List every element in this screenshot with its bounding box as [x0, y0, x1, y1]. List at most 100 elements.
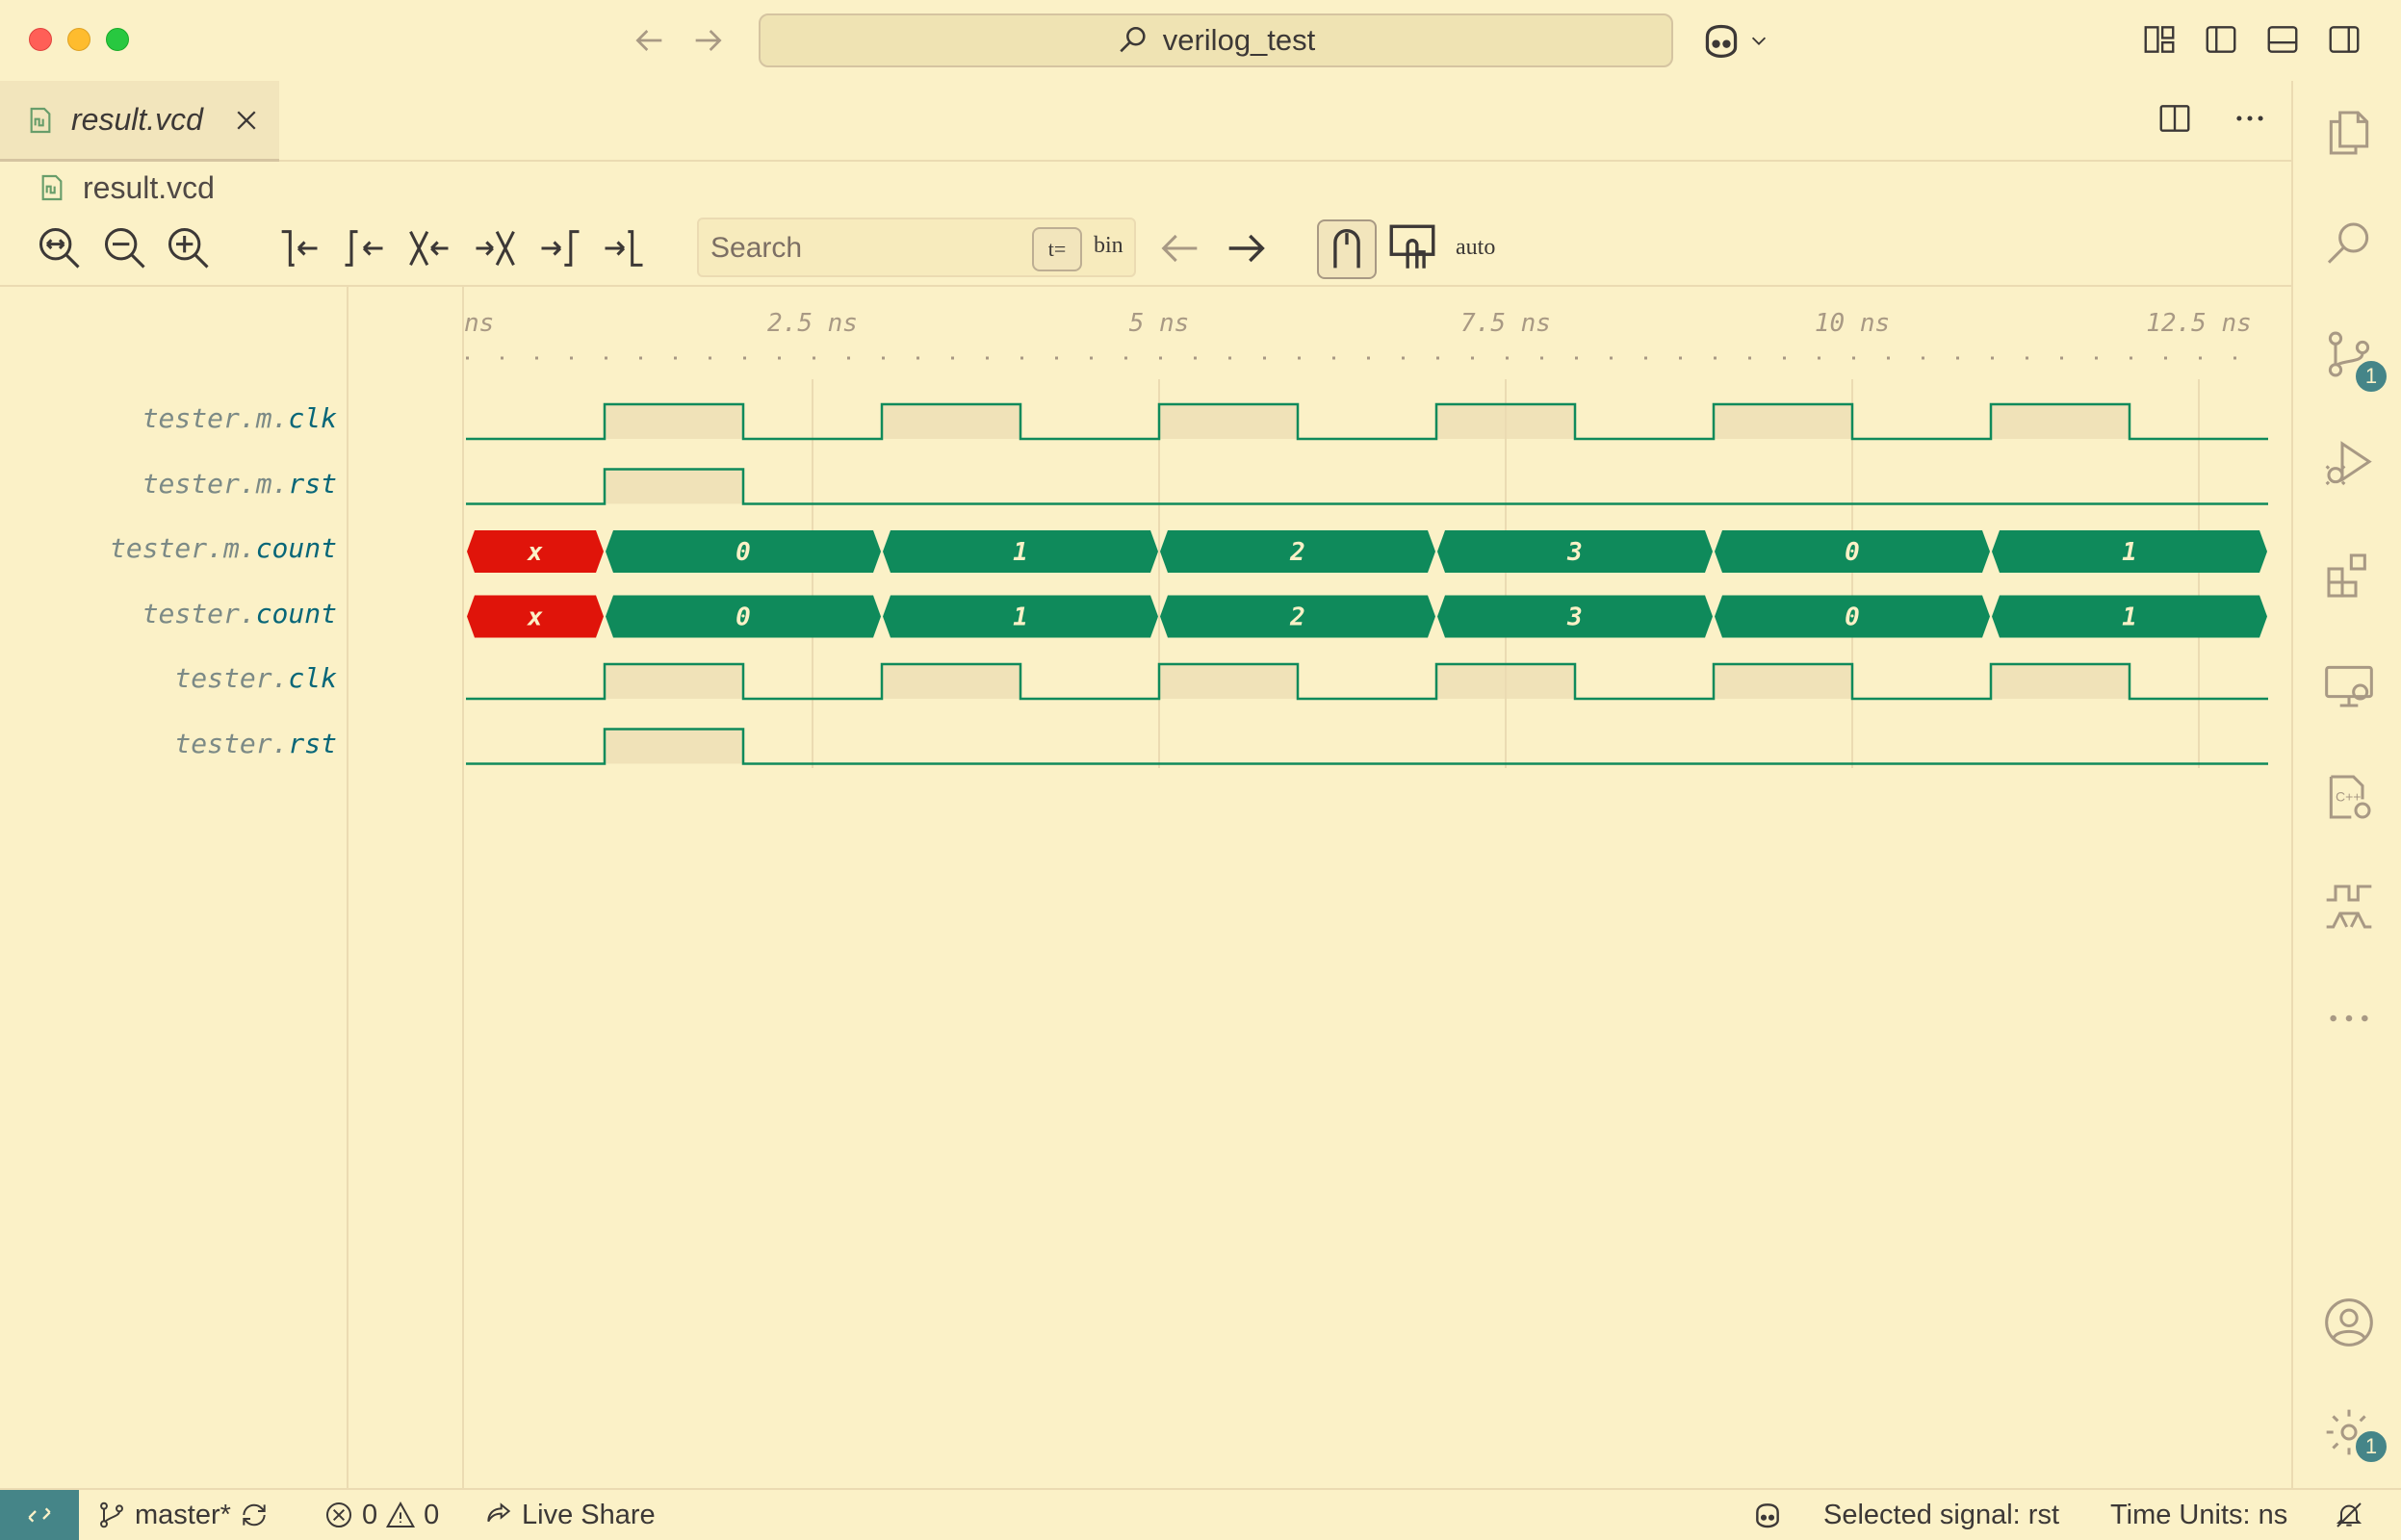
- tab-result-vcd[interactable]: result.vcd: [0, 81, 279, 162]
- previous-value-change-icon[interactable]: [404, 223, 454, 273]
- bus-value-label: 1: [2122, 538, 2137, 567]
- cmake-tools-icon[interactable]: C++: [2322, 770, 2376, 824]
- waveform-viewer[interactable]: tester.m.clk tester.m.rst tester.m.count te…: [0, 285, 2291, 1490]
- signal-prefix: tester.: [174, 662, 289, 694]
- selected-signal-label: Selected signal: rst: [1823, 1499, 2060, 1530]
- previous-negative-edge-icon[interactable]: [273, 223, 323, 273]
- next-match-arrow-icon[interactable]: [1221, 223, 1271, 273]
- git-branch-icon: [100, 1502, 123, 1528]
- bus-value-label: 3: [1566, 603, 1583, 632]
- close-icon[interactable]: [232, 106, 261, 135]
- search-time-toggle[interactable]: t=: [1032, 227, 1082, 271]
- time-units-status[interactable]: Time Units: ns: [2110, 1490, 2287, 1540]
- chevron-down-icon: [1751, 37, 1767, 45]
- breadcrumb-file: result.vcd: [83, 169, 215, 205]
- search-icon[interactable]: [2322, 218, 2376, 271]
- signal-leaf: rst: [288, 467, 337, 500]
- next-negative-edge-icon[interactable]: [599, 223, 649, 273]
- signal-name-tester-m-clk[interactable]: tester.m.clk: [142, 402, 337, 434]
- bus-value-label: 0: [1845, 538, 1860, 567]
- signal-prefix: tester.m.: [142, 467, 289, 500]
- previous-positive-edge-icon[interactable]: [339, 223, 389, 273]
- waveform-viewer-icon[interactable]: [2322, 880, 2376, 934]
- copilot-icon: [1756, 1503, 1779, 1528]
- command-center-label: verilog_test: [1162, 23, 1316, 57]
- minimize-window-button[interactable]: [67, 28, 90, 51]
- search-input[interactable]: [710, 227, 1019, 270]
- previous-match-arrow-icon[interactable]: [1155, 223, 1205, 273]
- branch-status[interactable]: master*: [96, 1490, 270, 1540]
- back-arrow-icon[interactable]: [630, 21, 668, 60]
- activity-bar: 1 C++ 1: [2291, 81, 2401, 1488]
- bus-value-label: 0: [736, 603, 751, 632]
- toggle-secondary-sidebar-icon[interactable]: [2326, 21, 2362, 58]
- live-share-status[interactable]: Live Share: [483, 1490, 656, 1540]
- bus-value-label: 2: [1289, 603, 1305, 632]
- mouse-scroll-mode-icon[interactable]: [1382, 219, 1442, 279]
- explorer-icon[interactable]: [2322, 106, 2376, 160]
- close-window-button[interactable]: [29, 28, 52, 51]
- remote-explorer-icon[interactable]: [2322, 658, 2376, 712]
- maximize-window-button[interactable]: [106, 28, 129, 51]
- search-format-button[interactable]: bin: [1094, 233, 1123, 259]
- signal-high-fill: [1991, 664, 2130, 699]
- waveform-toolbar: t= bin auto: [0, 214, 2291, 283]
- more-views-icon[interactable]: [2322, 991, 2376, 1045]
- warning-icon: [386, 1501, 416, 1527]
- live-share-label: Live Share: [522, 1499, 656, 1530]
- bus-value-label: 0: [736, 538, 751, 567]
- signal-prefix: tester.: [174, 727, 289, 759]
- signal-name-tester-clk[interactable]: tester.clk: [174, 662, 337, 694]
- next-positive-edge-icon[interactable]: [535, 223, 585, 273]
- notifications-icon[interactable]: [2334, 1490, 2364, 1540]
- search-icon: [1120, 26, 1146, 53]
- selected-signal-status[interactable]: Selected signal: rst: [1823, 1490, 2059, 1540]
- name-column-divider[interactable]: [347, 287, 349, 1490]
- command-center[interactable]: verilog_test: [759, 13, 1673, 67]
- problems-status[interactable]: 0 0: [323, 1490, 439, 1540]
- bus-value-label: 2: [1289, 538, 1305, 567]
- remote-indicator[interactable]: [0, 1490, 79, 1540]
- touchpad-scroll-mode-icon[interactable]: [1317, 219, 1377, 279]
- signal-prefix: tester.: [142, 597, 256, 629]
- more-actions-icon[interactable]: [2232, 100, 2268, 137]
- copilot-status[interactable]: [1752, 1490, 1783, 1540]
- zoom-in-icon[interactable]: [164, 223, 214, 273]
- timeline-unit-label: ns: [464, 309, 494, 338]
- customize-layout-icon[interactable]: [2141, 21, 2178, 58]
- signal-high-fill: [1159, 404, 1298, 439]
- next-value-change-icon[interactable]: [470, 223, 520, 273]
- signal-name-tester-rst[interactable]: tester.rst: [174, 728, 337, 759]
- breadcrumb[interactable]: result.vcd: [37, 167, 215, 208]
- copilot-icon: [1705, 24, 1738, 59]
- signal-high-fill: [1436, 664, 1575, 699]
- sync-icon[interactable]: [239, 1500, 270, 1530]
- signal-name-tester-m-rst[interactable]: tester.m.rst: [142, 468, 337, 500]
- signal-name-tester-count[interactable]: tester.count: [142, 598, 337, 629]
- search-box: t= bin: [697, 218, 1136, 277]
- timeline-tick-label: 10 ns: [1815, 309, 1890, 338]
- zoom-out-icon[interactable]: [100, 223, 150, 273]
- signal-name-tester-m-count[interactable]: tester.m.count: [110, 532, 337, 564]
- accounts-icon[interactable]: [2322, 1296, 2376, 1349]
- waveform-canvas[interactable]: ns 2.5 ns 5 ns 7.5 ns 10 ns 12.5 ns x 0 1 2 3 0 1 x 0 1…: [462, 287, 2291, 1490]
- signal-high-fill: [605, 729, 743, 764]
- signal-leaf: rst: [288, 727, 337, 759]
- split-editor-icon[interactable]: [2156, 100, 2193, 137]
- bus-value-label: x: [527, 603, 543, 632]
- render-mode-label[interactable]: auto: [1456, 235, 1495, 261]
- forward-arrow-icon[interactable]: [689, 21, 728, 60]
- toggle-primary-sidebar-icon[interactable]: [2203, 21, 2239, 58]
- error-count: 0: [362, 1499, 378, 1530]
- run-debug-icon[interactable]: [2322, 437, 2376, 491]
- zoom-fit-icon[interactable]: [35, 223, 85, 273]
- extensions-icon[interactable]: [2322, 549, 2376, 603]
- toggle-panel-icon[interactable]: [2264, 21, 2301, 58]
- signal-prefix: tester.m.: [142, 402, 289, 434]
- branch-name: master*: [135, 1499, 231, 1530]
- signal-prefix: tester.m.: [109, 532, 256, 564]
- signal-leaf: count: [255, 532, 337, 564]
- tab-label: result.vcd: [71, 102, 203, 137]
- timeline-tick-label: 7.5 ns: [1460, 309, 1551, 338]
- copilot-menu[interactable]: [1700, 19, 1769, 62]
